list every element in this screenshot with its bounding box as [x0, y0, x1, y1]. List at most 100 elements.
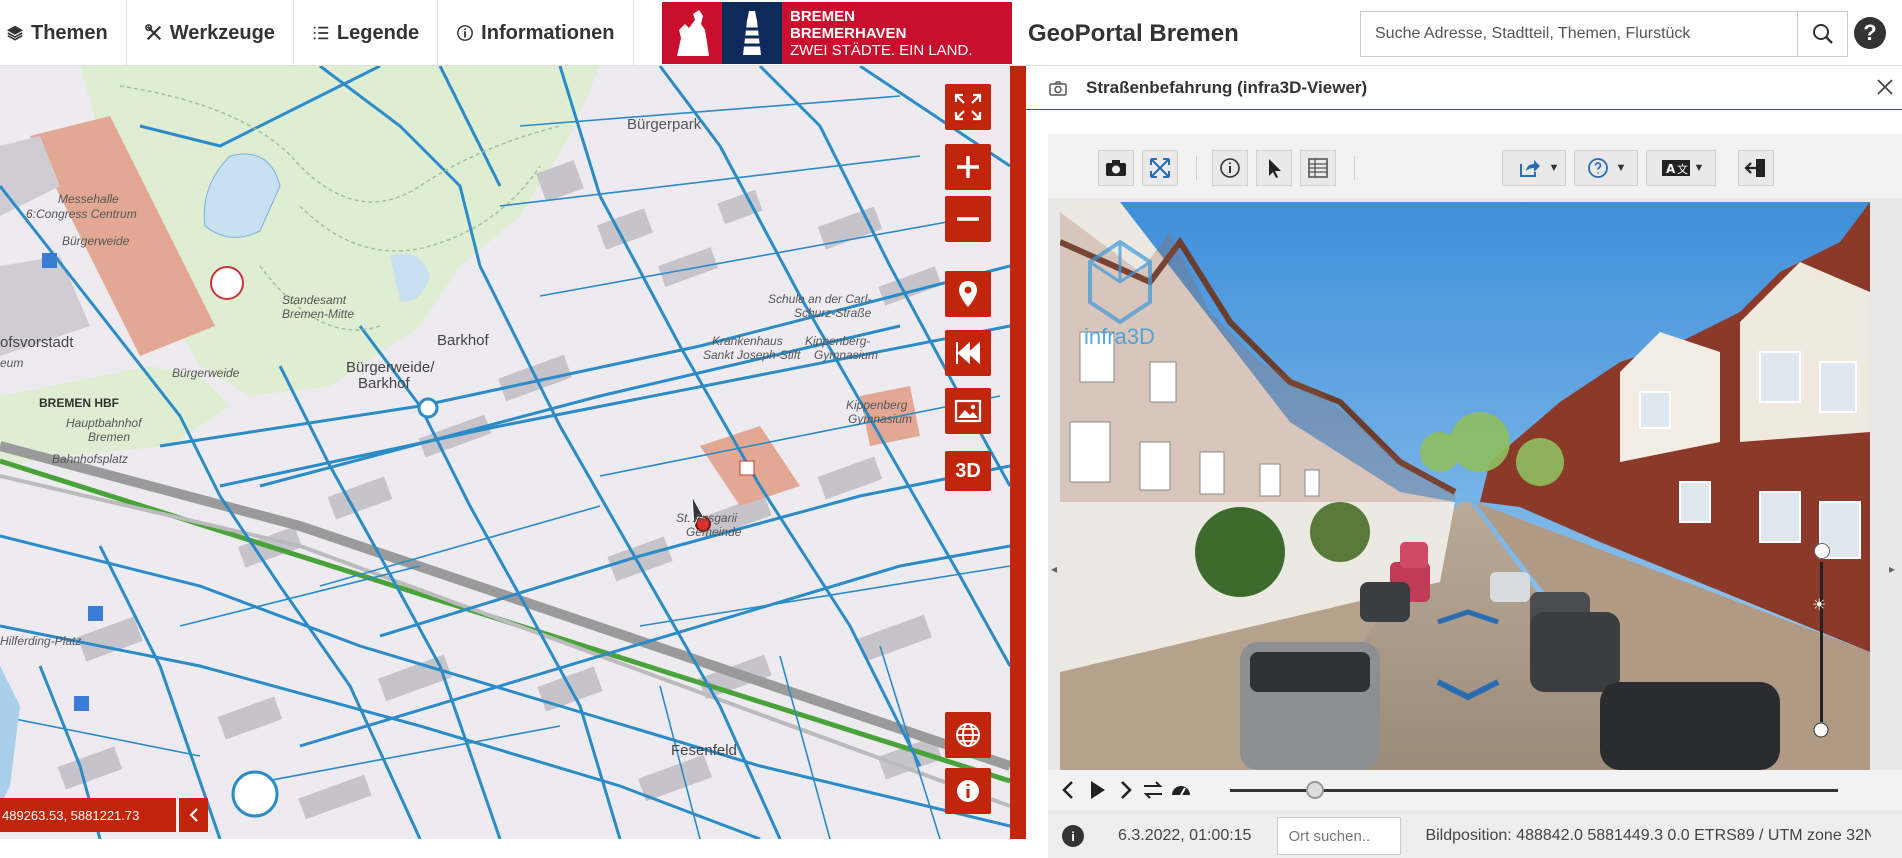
- map-label-messehalle: Messehalle: [58, 192, 119, 206]
- camera-icon: [1106, 160, 1126, 176]
- help-button[interactable]: ?: [1854, 17, 1886, 49]
- menu-info-label: Informationen: [481, 21, 615, 44]
- brightness-slider[interactable]: [1812, 492, 1832, 652]
- image-date: 6.3.2022, 01:00:15: [1118, 827, 1252, 844]
- search-box: [1360, 11, 1848, 57]
- measure-button[interactable]: [1142, 150, 1178, 186]
- map-label-gymnasium: Gymnasium: [814, 348, 879, 362]
- info-circle-icon: [457, 25, 474, 41]
- menu-info[interactable]: Informationen: [438, 0, 634, 66]
- table-button[interactable]: [1300, 150, 1336, 186]
- map-view[interactable]: Bürgerpark Messehalle 6:Congress Centrum…: [0, 66, 1010, 839]
- help-menu-button[interactable]: ▼: [1574, 150, 1638, 186]
- panel-splitter[interactable]: [1010, 66, 1026, 839]
- map-label-standesamt: Standesamt: [282, 293, 347, 307]
- list-icon: [313, 26, 329, 40]
- rewind-icon: [956, 341, 980, 365]
- street-image-canvas: [1060, 202, 1870, 770]
- back-to-start-button[interactable]: [945, 330, 991, 376]
- speed-icon[interactable]: [1170, 779, 1192, 801]
- map-label-gemeinde: Gemeinde: [686, 525, 742, 539]
- snapshot-button[interactable]: [1098, 150, 1134, 186]
- close-icon[interactable]: [1874, 76, 1896, 98]
- playback-slider-thumb[interactable]: [1306, 781, 1325, 799]
- locate-button[interactable]: [945, 271, 991, 317]
- map-label-krankenhaus: Krankenhaus: [712, 334, 783, 348]
- switch-direction-icon[interactable]: [1142, 779, 1164, 801]
- infra3d-viewer: ▼ ▼ A文 ▼ ◂ ▸ infra3D ☀ i 6.3.2022, 01:00…: [1048, 134, 1902, 858]
- panel-header: Straßenbefahrung (infra3D-Viewer): [1026, 66, 1902, 110]
- search-input[interactable]: [1361, 12, 1797, 56]
- coordinates-display: 489263.53, 5881221.73: [0, 798, 176, 832]
- viewer-info-button[interactable]: [1212, 150, 1248, 186]
- step-back-icon[interactable]: [1058, 779, 1080, 801]
- brightness-thumb[interactable]: [1814, 543, 1830, 560]
- select-tool-button[interactable]: [1256, 150, 1292, 186]
- sun-icon: ☀: [1812, 597, 1827, 614]
- map-label-buergerweide: Bürgerweide: [62, 234, 130, 248]
- minus-icon: [957, 217, 979, 221]
- zoom-out-button[interactable]: [945, 196, 991, 242]
- map-label-standesamt-2: Bremen-Mitte: [282, 307, 355, 321]
- street-image[interactable]: infra3D ☀: [1060, 202, 1870, 770]
- layers-icon: [6, 25, 24, 41]
- previous-image-arrow[interactable]: ◂: [1048, 544, 1060, 594]
- map-label-hauptbahnhof-2: Bremen: [88, 430, 131, 444]
- coordinates-toggle-button[interactable]: [178, 798, 208, 832]
- play-icon[interactable]: [1086, 779, 1108, 801]
- logo-text: BREMEN BREMERHAVEN ZWEI STÄDTE. EIN LAND…: [782, 8, 973, 59]
- share-button[interactable]: ▼: [1502, 150, 1566, 186]
- exit-button[interactable]: [1738, 150, 1774, 186]
- lighthouse-icon: [722, 2, 782, 64]
- menu-legend-label: Legende: [336, 21, 420, 44]
- tools-icon: [144, 24, 161, 41]
- map-label-sankt-joseph: Sankt Joseph-Stift: [703, 348, 801, 362]
- playback-controls: [1048, 770, 1902, 810]
- table-icon: [1308, 158, 1328, 178]
- toolbar-separator: [1354, 156, 1355, 180]
- infra3d-watermark: infra3D: [1084, 324, 1155, 349]
- cursor-icon: [1269, 159, 1281, 178]
- step-forward-icon[interactable]: [1114, 779, 1136, 801]
- top-bar: Themen Werkzeuge Legende Informationen B…: [0, 0, 1902, 66]
- camera-icon: [1049, 80, 1067, 96]
- basemap-button[interactable]: [945, 712, 991, 758]
- map-label-ofsvorstadt: ofsvorstadt: [0, 334, 74, 351]
- language-button[interactable]: A文 ▼: [1646, 150, 1716, 186]
- fullscreen-icon: [954, 93, 982, 121]
- map-label-barkhof: Barkhof: [437, 332, 489, 349]
- image-info-button[interactable]: i: [1062, 825, 1084, 847]
- globe-icon: [956, 723, 980, 747]
- chevron-left-icon: [189, 808, 198, 822]
- sign-out-icon: [1744, 159, 1765, 177]
- menu-themes[interactable]: Themen: [0, 0, 127, 66]
- image-button[interactable]: [945, 388, 991, 434]
- toolbar-separator: [1196, 156, 1197, 180]
- map-label-buergerweide-2: Bürgerweide: [172, 366, 240, 380]
- place-search-input[interactable]: [1277, 817, 1402, 855]
- chevron-down-icon: ▼: [1615, 162, 1627, 174]
- map-label-fesenfeld: Fesenfeld: [671, 742, 737, 759]
- info-icon: [957, 780, 979, 802]
- search-button[interactable]: [1797, 12, 1847, 56]
- plus-icon: [957, 156, 979, 178]
- main-menu: Themen Werkzeuge Legende Informationen: [0, 0, 634, 66]
- street-view-panel: Straßenbefahrung (infra3D-Viewer) ▼ ▼ A …: [1026, 66, 1902, 858]
- share-icon: [1519, 160, 1540, 177]
- menu-tools[interactable]: Werkzeuge: [127, 0, 294, 66]
- map-label-bahnhofsplatz: Bahnhofsplatz: [52, 452, 129, 466]
- fullscreen-button[interactable]: [945, 84, 991, 130]
- map-label-buergerweide-barkhof: Bürgerweide/: [346, 359, 435, 376]
- 3d-button[interactable]: 3D: [945, 451, 991, 491]
- bremen-logo[interactable]: BREMEN BREMERHAVEN ZWEI STÄDTE. EIN LAND…: [662, 2, 1012, 64]
- map-label-eum: eum: [0, 356, 24, 370]
- menu-legend[interactable]: Legende: [294, 0, 439, 66]
- map-label-schule: Schule an der Carl-: [768, 292, 872, 306]
- image-icon: [954, 399, 982, 423]
- chevron-down-icon: ▼: [1693, 162, 1705, 174]
- map-label-schule-2: Schurz-Straße: [794, 306, 872, 320]
- zoom-in-button[interactable]: [945, 144, 991, 190]
- next-image-arrow[interactable]: ▸: [1886, 544, 1898, 594]
- map-info-button[interactable]: [945, 768, 991, 814]
- expand-arrows-icon: [1150, 158, 1170, 178]
